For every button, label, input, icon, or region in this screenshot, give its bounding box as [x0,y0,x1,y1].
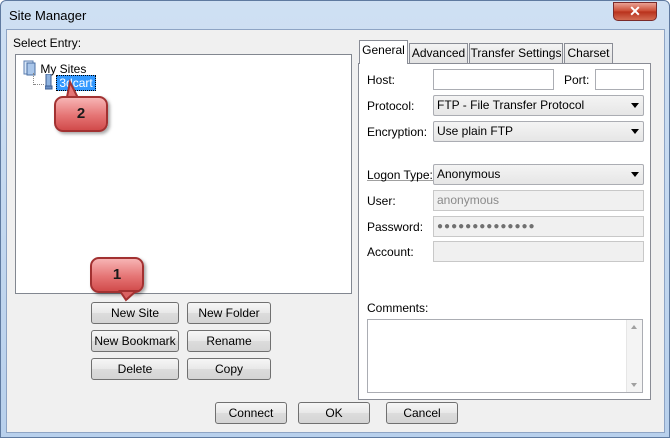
account-label: Account: [367,245,414,259]
connect-button[interactable]: Connect [215,402,287,424]
protocol-label: Protocol: [367,99,415,113]
port-input[interactable] [595,69,644,90]
vertical-scrollbar[interactable] [626,320,642,392]
select-entry-label: Select Entry: [13,36,82,50]
server-icon [44,73,53,90]
chevron-down-icon [631,129,639,134]
logon-type-value: Anonymous [437,167,501,181]
account-input[interactable] [433,241,644,262]
scroll-up-icon[interactable] [631,325,637,329]
new-site-button[interactable]: New Site [91,302,179,324]
site-manager-window: Site Manager ✕ Select Entry: My Sites 3d… [0,0,670,438]
chevron-down-icon [631,103,639,108]
encryption-value: Use plain FTP [437,124,514,138]
user-label: User: [367,194,396,208]
callout-pointer [118,290,139,302]
dialog-body: Select Entry: My Sites 3dcart New Site N… [6,29,665,433]
tab-advanced[interactable]: Advanced [409,43,468,63]
protocol-select[interactable]: FTP - File Transfer Protocol [433,95,644,116]
new-folder-button[interactable]: New Folder [187,302,271,324]
copy-button[interactable]: Copy [187,358,271,380]
tab-general[interactable]: General [359,40,408,64]
scroll-down-icon[interactable] [631,383,637,387]
host-input[interactable] [433,69,554,90]
password-input[interactable]: ●●●●●●●●●●●●●● [433,216,644,237]
password-label: Password: [367,220,424,234]
ok-button[interactable]: OK [298,402,370,424]
encryption-label: Encryption: [367,125,428,139]
host-label: Host: [367,73,396,87]
chevron-down-icon [631,172,639,177]
folder-icon [23,60,36,76]
cancel-button[interactable]: Cancel [386,402,458,424]
callout-two: 2 [54,96,108,132]
encryption-select[interactable]: Use plain FTP [433,121,644,142]
comments-label: Comments: [367,301,429,315]
close-button[interactable]: ✕ [613,2,657,21]
title-bar[interactable]: Site Manager ✕ [1,1,669,31]
logon-type-select[interactable]: Anonymous [433,164,644,185]
rename-button[interactable]: Rename [187,330,271,352]
user-input[interactable]: anonymous [433,190,644,211]
tab-charset[interactable]: Charset [564,43,613,63]
protocol-value: FTP - File Transfer Protocol [437,98,585,112]
port-label: Port: [564,73,590,87]
comments-textarea[interactable] [367,319,643,393]
tab-transfer-settings[interactable]: Transfer Settings [469,43,563,63]
tree-connector [34,84,44,85]
window-title: Site Manager [9,8,87,23]
new-bookmark-button[interactable]: New Bookmark [91,330,179,352]
delete-button[interactable]: Delete [91,358,179,380]
logon-type-label: Logon Type: [367,168,433,182]
general-tab-panel: Host: Port: Protocol: FTP - File Transfe… [358,63,651,400]
